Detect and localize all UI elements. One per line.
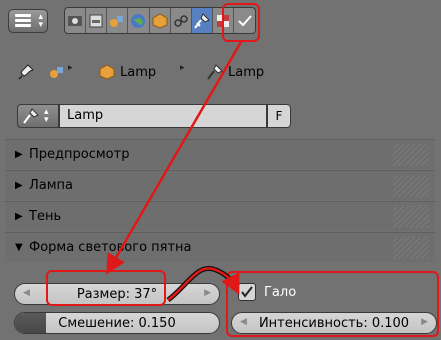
spot-size-field[interactable]: ◀ Размер: 37° ▶ [14,283,220,305]
panel-grip[interactable] [393,237,429,259]
object-icon [99,64,115,80]
panel-grip[interactable] [393,175,429,197]
panel-shadow[interactable]: ▶ Тень [5,201,435,231]
lamp-datablock: ▴ ▾ Lamp F [0,101,441,133]
breadcrumb-separator-icon: ▸ [68,63,73,73]
panel-preview[interactable]: ▶ Предпросмотр [5,139,435,169]
world-icon [131,13,146,28]
spot-size-label: Размер: 37° [76,286,158,302]
breadcrumb: ▸ Lamp ▸ Lamp [0,45,441,101]
breadcrumb-object-label: Lamp [120,64,157,80]
lamp-data-icon [194,12,210,29]
collapsed-triangle-icon: ▶ [15,149,23,160]
breadcrumb-data: Lamp [206,63,264,81]
increment-arrow-icon[interactable]: ▶ [421,317,428,327]
particles-icon [237,14,252,26]
spot-blend-slider[interactable]: Смешение: 0.150 [14,312,220,334]
world-tab[interactable] [128,8,150,33]
panel-title: Тень [29,209,62,224]
texture-icon [216,14,229,27]
render-icon [68,15,83,26]
datablock-name-field[interactable]: Lamp [59,104,267,128]
panel-lamp[interactable]: ▶ Лампа [5,170,435,200]
panel-title: Предпросмотр [29,147,130,162]
lamp-data-icon [207,64,223,80]
halo-checkbox[interactable] [238,283,256,301]
breadcrumb-object: Lamp [98,63,156,81]
scene-tab[interactable] [107,8,129,33]
panel-spot-shape[interactable]: ▼ Форма светового пятна [5,232,435,262]
breadcrumb-separator-icon: ▸ [180,63,185,73]
pin-icon [18,64,34,80]
chevron-up-down-icon: ▴ ▾ [44,107,49,125]
lamp-data-tab[interactable] [191,8,213,33]
halo-intensity-field[interactable]: ◀ Интенсивность: 0.100 ▶ [231,312,437,334]
expanded-triangle-icon: ▼ [15,242,23,253]
fake-user-button[interactable]: F [267,104,291,128]
halo-toggle[interactable]: Гало [238,283,296,301]
panel-title: Лампа [29,178,74,193]
halo-intensity-label: Интенсивность: 0.100 [258,315,410,331]
panel-grip[interactable] [393,144,429,166]
panel-grip[interactable] [393,206,429,228]
checkmark-icon [241,286,253,298]
object-icon [152,12,168,29]
context-tabs [64,7,256,34]
pin-button[interactable] [17,63,35,81]
render-layers-icon [89,14,103,27]
collapsed-triangle-icon: ▶ [15,180,23,191]
scene-icon [110,15,124,27]
render-tab[interactable] [65,8,87,33]
slider-fill [15,313,46,333]
constraints-tab[interactable] [171,8,192,33]
constraints-icon [173,14,188,27]
scene-context-icon [48,63,66,81]
lamp-data-icon [23,108,39,124]
object-tab[interactable] [150,8,171,33]
spot-blend-label: Смешение: 0.150 [58,315,176,331]
particles-tab[interactable] [234,8,255,33]
scene-icon [50,67,63,78]
collapsed-triangle-icon: ▶ [15,211,23,222]
decrement-arrow-icon[interactable]: ◀ [240,317,247,327]
breadcrumb-data-label: Lamp [228,64,265,80]
chevron-up-down-icon: ▴ ▾ [38,12,43,30]
halo-label: Гало [264,284,297,300]
texture-tab[interactable] [213,8,234,33]
increment-arrow-icon[interactable]: ▶ [204,288,211,298]
decrement-arrow-icon[interactable]: ◀ [23,288,30,298]
editor-type-button[interactable]: ▴ ▾ [8,9,48,33]
panel-title: Форма светового пятна [29,240,192,255]
render-layers-tab[interactable] [86,8,108,33]
datablock-browse-button[interactable]: ▴ ▾ [17,104,59,128]
properties-header: ▴ ▾ [0,0,441,40]
properties-editor-icon [15,14,31,28]
